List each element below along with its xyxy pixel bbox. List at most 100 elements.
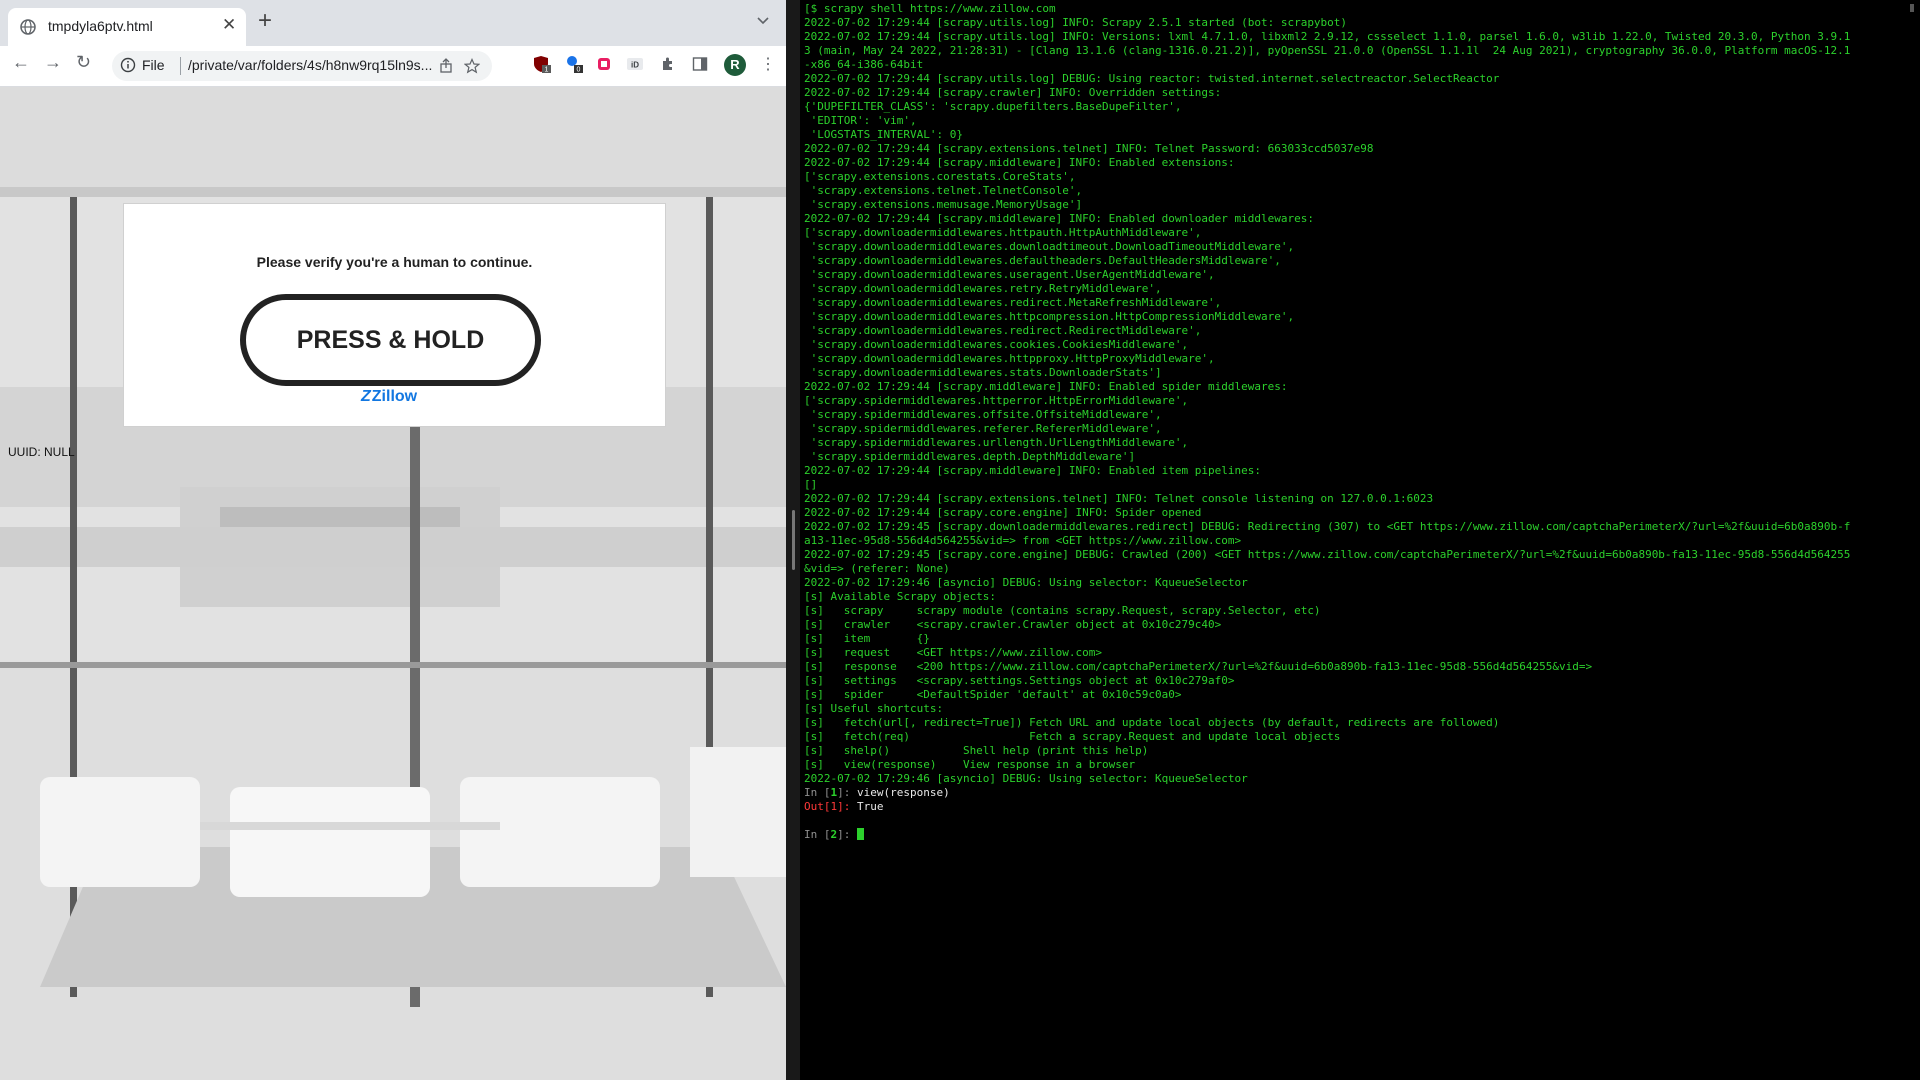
terminal-line: [s] fetch(url[, redirect=True]) Fetch UR… <box>804 716 1500 729</box>
in-prompt-suffix: ]: <box>837 786 857 799</box>
terminal-line: -x86_64-i386-64bit <box>804 58 924 71</box>
bookmark-star-icon[interactable] <box>464 58 480 74</box>
address-bar[interactable]: File /private/var/folders/4s/h8nw9rq15ln… <box>112 51 492 81</box>
terminal-line: [] <box>804 478 818 491</box>
terminal-line: 2022-07-02 17:29:44 [scrapy.extensions.t… <box>804 142 1374 155</box>
terminal-line: 'scrapy.downloadermiddlewares.downloadti… <box>804 240 1295 253</box>
terminal-line: 2022-07-02 17:29:44 [scrapy.utils.log] D… <box>804 72 1500 85</box>
terminal-line: 'EDITOR': 'vim', <box>804 114 917 127</box>
in-prompt-suffix: ]: <box>837 828 857 841</box>
scheme-label: File <box>142 57 165 73</box>
svg-text:1: 1 <box>545 67 549 74</box>
terminal-line: ['scrapy.spidermiddlewares.httperror.Htt… <box>804 394 1189 407</box>
terminal-output: [$ scrapy shell https://www.zillow.com 20… <box>804 2 1914 842</box>
terminal-line: 'scrapy.downloadermiddlewares.httpproxy.… <box>804 352 1215 365</box>
terminal-line: 2022-07-02 17:29:44 [scrapy.core.engine]… <box>804 506 1202 519</box>
terminal-prompt-line: In [1]: view(response) <box>804 786 1914 800</box>
terminal-line: ['scrapy.extensions.corestats.CoreStats'… <box>804 170 1076 183</box>
out-prompt-suffix: ]: <box>837 800 857 813</box>
new-tab-icon[interactable]: + <box>258 9 272 33</box>
terminal-line: 'scrapy.extensions.telnet.TelnetConsole'… <box>804 184 1083 197</box>
info-icon[interactable] <box>120 57 136 73</box>
terminal-line: [s] fetch(req) Fetch a scrapy.Request an… <box>804 730 1341 743</box>
terminal-line: 2022-07-02 17:29:45 [scrapy.core.engine]… <box>804 548 1851 561</box>
terminal-line: &vid=> (referer: None) <box>804 562 950 575</box>
terminal-prompt-line: Out[1]: True <box>804 800 1914 814</box>
terminal-line: [s] Available Scrapy objects: <box>804 590 997 603</box>
terminal-scrollbar[interactable] <box>1910 4 1914 12</box>
press-and-hold-button[interactable]: PRESS & HOLD <box>240 294 541 386</box>
terminal-line: [s] shelp() Shell help (print this help) <box>804 744 1149 757</box>
share-icon[interactable] <box>438 58 454 74</box>
back-arrow-icon[interactable]: ← <box>12 52 30 73</box>
globe-icon <box>20 19 36 35</box>
uuid-label: UUID: NULL <box>8 445 75 459</box>
terminal-line: [s] Useful shortcuts: <box>804 702 944 715</box>
terminal-line: 2022-07-02 17:29:44 [scrapy.utils.log] I… <box>804 30 1851 43</box>
reload-icon[interactable]: ↻ <box>76 52 91 73</box>
terminal-line: [$ scrapy shell https://www.zillow.com <box>804 2 1056 15</box>
forward-arrow-icon[interactable]: → <box>44 52 62 73</box>
terminal-line: 'scrapy.downloadermiddlewares.redirect.R… <box>804 324 1202 337</box>
terminal-line: 'scrapy.spidermiddlewares.referer.Refere… <box>804 422 1162 435</box>
address-separator <box>180 57 181 75</box>
terminal-line: 2022-07-02 17:29:44 [scrapy.middleware] … <box>804 380 1288 393</box>
ublock-extension-icon[interactable]: 1 <box>532 54 552 74</box>
extensions-puzzle-icon[interactable] <box>660 56 676 72</box>
extension-badge-icon[interactable]: 0 <box>564 54 584 74</box>
command-text: view(response) <box>857 786 950 799</box>
terminal-blank-line <box>804 814 1914 828</box>
terminal-line: 2022-07-02 17:29:44 [scrapy.middleware] … <box>804 212 1314 225</box>
browser-tab[interactable]: tmpdyla6ptv.html ✕ <box>8 8 246 46</box>
captcha-message: Please verify you're a human to continue… <box>256 254 533 270</box>
terminal-line: 2022-07-02 17:29:44 [scrapy.middleware] … <box>804 464 1261 477</box>
terminal-line: [s] item {} <box>804 632 930 645</box>
terminal-line: [s] request <GET https://www.zillow.com> <box>804 646 1103 659</box>
terminal-line: 'scrapy.downloadermiddlewares.defaulthea… <box>804 254 1281 267</box>
in-prompt-prefix: In [ <box>804 786 831 799</box>
captcha-dialog: Please verify you're a human to continue… <box>123 203 666 427</box>
window-divider[interactable] <box>786 0 800 1080</box>
divider-grip[interactable] <box>792 510 795 570</box>
terminal-line: [s] view(response) View response in a br… <box>804 758 1136 771</box>
in-prompt-prefix: In [ <box>804 828 831 841</box>
terminal-line: 'scrapy.downloadermiddlewares.stats.Down… <box>804 366 1162 379</box>
terminal-line: 2022-07-02 17:29:44 [scrapy.utils.log] I… <box>804 16 1348 29</box>
terminal-line: [s] settings <scrapy.settings.Settings o… <box>804 674 1235 687</box>
terminal-cursor[interactable] <box>857 828 864 840</box>
page-viewport: Please verify you're a human to continue… <box>0 87 786 1080</box>
terminal-line: {'DUPEFILTER_CLASS': 'scrapy.dupefilters… <box>804 100 1182 113</box>
tab-title: tmpdyla6ptv.html <box>48 18 153 34</box>
terminal-line: 'scrapy.spidermiddlewares.depth.DepthMid… <box>804 450 1136 463</box>
terminal-line: ['scrapy.downloadermiddlewares.httpauth.… <box>804 226 1202 239</box>
tab-close-icon[interactable]: ✕ <box>222 15 236 35</box>
terminal-line: [s] crawler <scrapy.crawler.Crawler obje… <box>804 618 1222 631</box>
side-panel-icon[interactable] <box>692 56 708 72</box>
tab-search-chevron-icon[interactable] <box>756 14 770 28</box>
terminal-line: [s] scrapy scrapy module (contains scrap… <box>804 604 1321 617</box>
terminal-line: 3 (main, May 24 2022, 21:28:31) - [Clang… <box>804 44 1851 57</box>
terminal-line: 2022-07-02 17:29:46 [asyncio] DEBUG: Usi… <box>804 772 1248 785</box>
terminal-line: 'scrapy.downloadermiddlewares.cookies.Co… <box>804 338 1189 351</box>
svg-text:0: 0 <box>577 67 581 74</box>
terminal-line: 'scrapy.spidermiddlewares.offsite.Offsit… <box>804 408 1162 421</box>
id-extension-icon[interactable]: iD <box>626 56 644 72</box>
terminal-line: [s] spider <DefaultSpider 'default' at 0… <box>804 688 1182 701</box>
terminal-line: 'scrapy.downloadermiddlewares.retry.Retr… <box>804 282 1162 295</box>
svg-text:iD: iD <box>631 61 639 70</box>
terminal-window[interactable]: [$ scrapy shell https://www.zillow.com 20… <box>800 0 1920 1080</box>
out-value: True <box>857 800 884 813</box>
menu-kebab-icon[interactable]: ⋮ <box>760 54 776 74</box>
pink-extension-icon[interactable] <box>596 56 612 72</box>
terminal-line: 2022-07-02 17:29:45 [scrapy.downloadermi… <box>804 520 1851 533</box>
url-text[interactable]: /private/var/folders/4s/h8nw9rq15ln9s... <box>188 57 478 73</box>
terminal-line: 2022-07-02 17:29:44 [scrapy.extensions.t… <box>804 492 1434 505</box>
out-prompt-prefix: Out[ <box>804 800 831 813</box>
browser-toolbar: ← → ↻ File /private/var/folders/4s/h8nw9… <box>0 46 786 87</box>
zillow-logo: ZZillow <box>361 388 418 405</box>
profile-avatar[interactable]: R <box>724 54 746 76</box>
terminal-line: 2022-07-02 17:29:44 [scrapy.middleware] … <box>804 156 1235 169</box>
terminal-line: 'scrapy.downloadermiddlewares.redirect.M… <box>804 296 1222 309</box>
terminal-line: 'scrapy.downloadermiddlewares.httpcompre… <box>804 310 1295 323</box>
terminal-line: [s] response <200 https://www.zillow.com… <box>804 660 1593 673</box>
